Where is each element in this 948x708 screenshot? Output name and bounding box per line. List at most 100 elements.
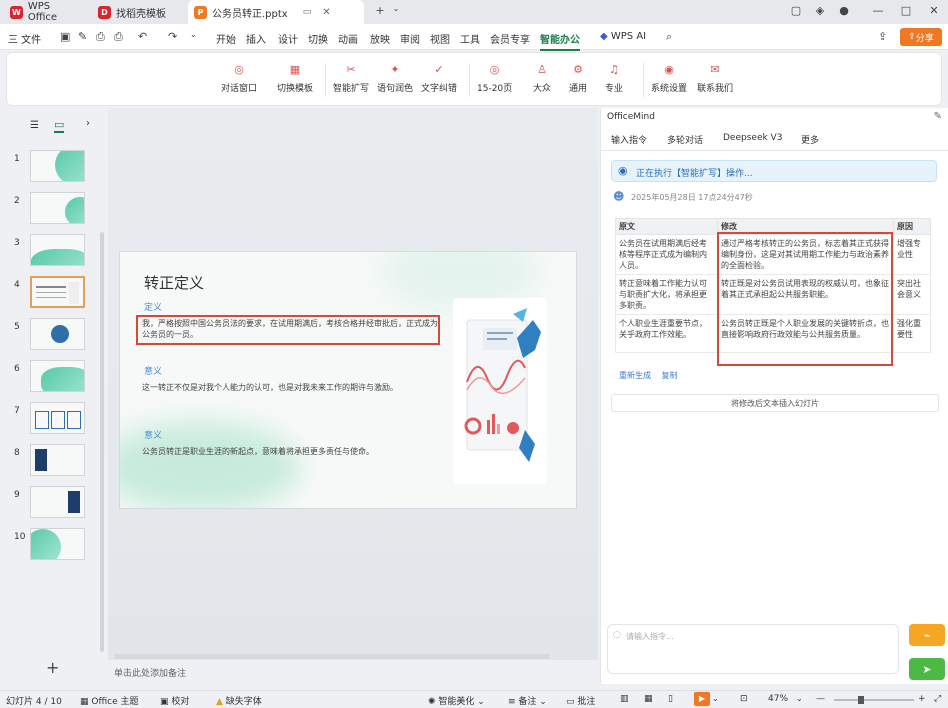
undo-icon[interactable]: ↶ [138,30,147,43]
menu-tools[interactable]: 工具 [460,31,480,46]
cube-icon[interactable]: ◈ [812,4,828,17]
menu-member[interactable]: 会员专享 [490,31,530,46]
ribbon-polish[interactable]: ✦ 语句润色 [377,63,413,94]
menu-smart-office[interactable]: 智能办公 [540,31,580,51]
panel-scrollbar[interactable] [100,232,104,652]
section-text[interactable]: 这一转正不仅是对我个人能力的认可，也是对我未来工作的期许与激励。 [142,382,442,393]
ribbon-system-settings[interactable]: ◉ 系统设置 [651,63,687,94]
share-button[interactable]: ⇪ 分享 [900,28,942,46]
menu-design[interactable]: 设计 [278,31,298,46]
slide-title[interactable]: 转正定义 [144,272,204,293]
window-layout-icon[interactable]: ▢ [788,4,804,17]
close-window-icon[interactable]: ✕ [926,4,942,17]
ribbon-page-count[interactable]: ◎ 15-20页 [477,63,512,94]
sorter-view-icon[interactable]: ▦ [644,694,653,704]
ribbon-professional[interactable]: ♫ 专业 [605,63,623,94]
outline-view-icon[interactable]: ☰ [30,120,39,131]
zoom-menu-icon[interactable]: ⌄ [796,694,803,703]
tab-list-icon[interactable]: ⌄ [388,4,404,13]
slide-view-icon[interactable]: ▭ [54,118,65,133]
reading-view-icon[interactable]: ▯ [668,694,673,704]
slide-thumb-9[interactable]: 9 [0,486,104,522]
panel-edit-icon[interactable]: ✎ [934,111,942,122]
tab-deepseek[interactable]: Deepseek V3 [723,133,782,143]
ribbon-switch-template[interactable]: ▦ 切换模板 [277,63,313,94]
more-quick-icon[interactable]: ⌄ [190,30,197,39]
tab-document[interactable]: P 公务员转正.pptx ▭ ✕ [188,0,364,24]
menu-slideshow[interactable]: 放映 [370,31,390,46]
menu-start[interactable]: 开始 [216,31,236,46]
zoom-slider-handle[interactable] [858,696,864,704]
tab-multi-turn[interactable]: 多轮对话 [667,133,703,146]
menu-insert[interactable]: 插入 [246,31,266,46]
theme-name[interactable]: ▦ Office 主题 [80,694,139,707]
add-slide-button[interactable]: + [46,658,59,677]
comment-toggle[interactable]: ▭ 批注 [566,694,595,707]
attach-button[interactable]: ⌁ [909,624,945,646]
maximize-icon[interactable]: □ [898,4,914,17]
menu-wps-ai[interactable]: ◆ WPS AI [600,31,646,42]
play-options-icon[interactable]: ⌄ [712,694,719,703]
collapse-panel-icon[interactable]: › [86,118,90,129]
slide-thumb-3[interactable]: 3 [0,234,104,270]
redo-icon[interactable]: ↷ [168,30,177,43]
format-painter-icon[interactable]: ✎ [78,30,87,43]
tab-wps-office[interactable]: W WPS Office [4,0,88,24]
menu-animation[interactable]: 动画 [338,31,358,46]
zoom-out-icon[interactable]: — [816,694,825,704]
missing-font-button[interactable]: ▲ 缺失字体 [216,694,262,707]
ribbon-general[interactable]: ⚙ 通用 [569,63,587,94]
avatar-icon[interactable]: ● [836,4,852,17]
save-icon[interactable]: ▣ [60,30,70,43]
fit-window-icon[interactable]: ⊡ [740,694,748,704]
tab-more[interactable]: 更多 [801,133,819,146]
notes-toggle[interactable]: ≡ 备注 ⌄ [508,694,547,707]
slide-illustration[interactable] [453,298,547,484]
section-heading[interactable]: 意义 [144,428,162,441]
tab-template[interactable]: D 找稻壳模板 [92,0,184,24]
section-heading[interactable]: 意义 [144,364,162,377]
search-icon[interactable]: ⌕ [666,30,672,44]
new-tab-icon[interactable]: + [372,4,388,17]
tab-monitor-icon[interactable]: ▭ [303,7,312,17]
slide-thumb-4[interactable]: 4 [0,276,104,312]
section-heading[interactable]: 定义 [144,300,162,313]
regenerate-link[interactable]: 重新生成 [619,371,651,380]
play-slideshow-icon[interactable]: ▶ [694,692,710,706]
zoom-in-icon[interactable]: + [918,694,926,704]
slide-thumb-8[interactable]: 8 [0,444,104,480]
slide-thumb-1[interactable]: 1 [0,150,104,186]
insert-to-slide-button[interactable]: 将修改后文本插入幻灯片 [611,394,939,412]
zoom-level[interactable]: 47% [768,694,788,704]
menu-review[interactable]: 审阅 [400,31,420,46]
print-preview-icon[interactable]: ⎙ [96,30,105,44]
ribbon-smart-expand[interactable]: ✂ 智能扩写 [333,63,369,94]
ribbon-correct[interactable]: ✓ 文字纠错 [421,63,457,94]
horizontal-scrollbar[interactable] [114,654,550,659]
ribbon-dialog-window[interactable]: ◎ 对话窗口 [221,63,257,94]
tab-close-icon[interactable]: ✕ [322,7,330,18]
copy-link[interactable]: 复制 [662,371,678,380]
ribbon-audience[interactable]: ♙ 大众 [533,63,551,94]
ribbon-contact-us[interactable]: ✉ 联系我们 [697,63,733,94]
slide-thumb-5[interactable]: 5 [0,318,104,354]
slide-thumb-6[interactable]: 6 [0,360,104,396]
zoom-slider[interactable] [834,699,914,701]
print-icon[interactable]: ⎙ [114,30,123,44]
slide-thumb-10[interactable]: 10 [0,528,104,564]
notes-area[interactable]: 单击此处添加备注 [108,666,588,680]
send-button[interactable]: ➤ [909,658,945,680]
menu-view[interactable]: 视图 [430,31,450,46]
slide-thumb-7[interactable]: 7 [0,402,104,438]
spellcheck-button[interactable]: ▣ 校对 [160,694,189,707]
cloud-upload-icon[interactable]: ⇪ [878,30,887,43]
section-text[interactable]: 公务员转正是职业生涯的新起点，意味着将承担更多责任与使命。 [142,446,442,457]
menu-transition[interactable]: 切换 [308,31,328,46]
slide-thumb-2[interactable]: 2 [0,192,104,228]
file-menu[interactable]: 三 文件 [8,31,41,46]
fullscreen-icon[interactable]: ⤢ [934,694,941,704]
smart-beautify-button[interactable]: ✺ 智能美化 ⌄ [428,694,485,707]
minimize-icon[interactable]: — [870,4,886,17]
command-input[interactable]: ◌ 请输入指令... [607,624,899,674]
tab-input-command[interactable]: 输入指令 [611,133,647,146]
